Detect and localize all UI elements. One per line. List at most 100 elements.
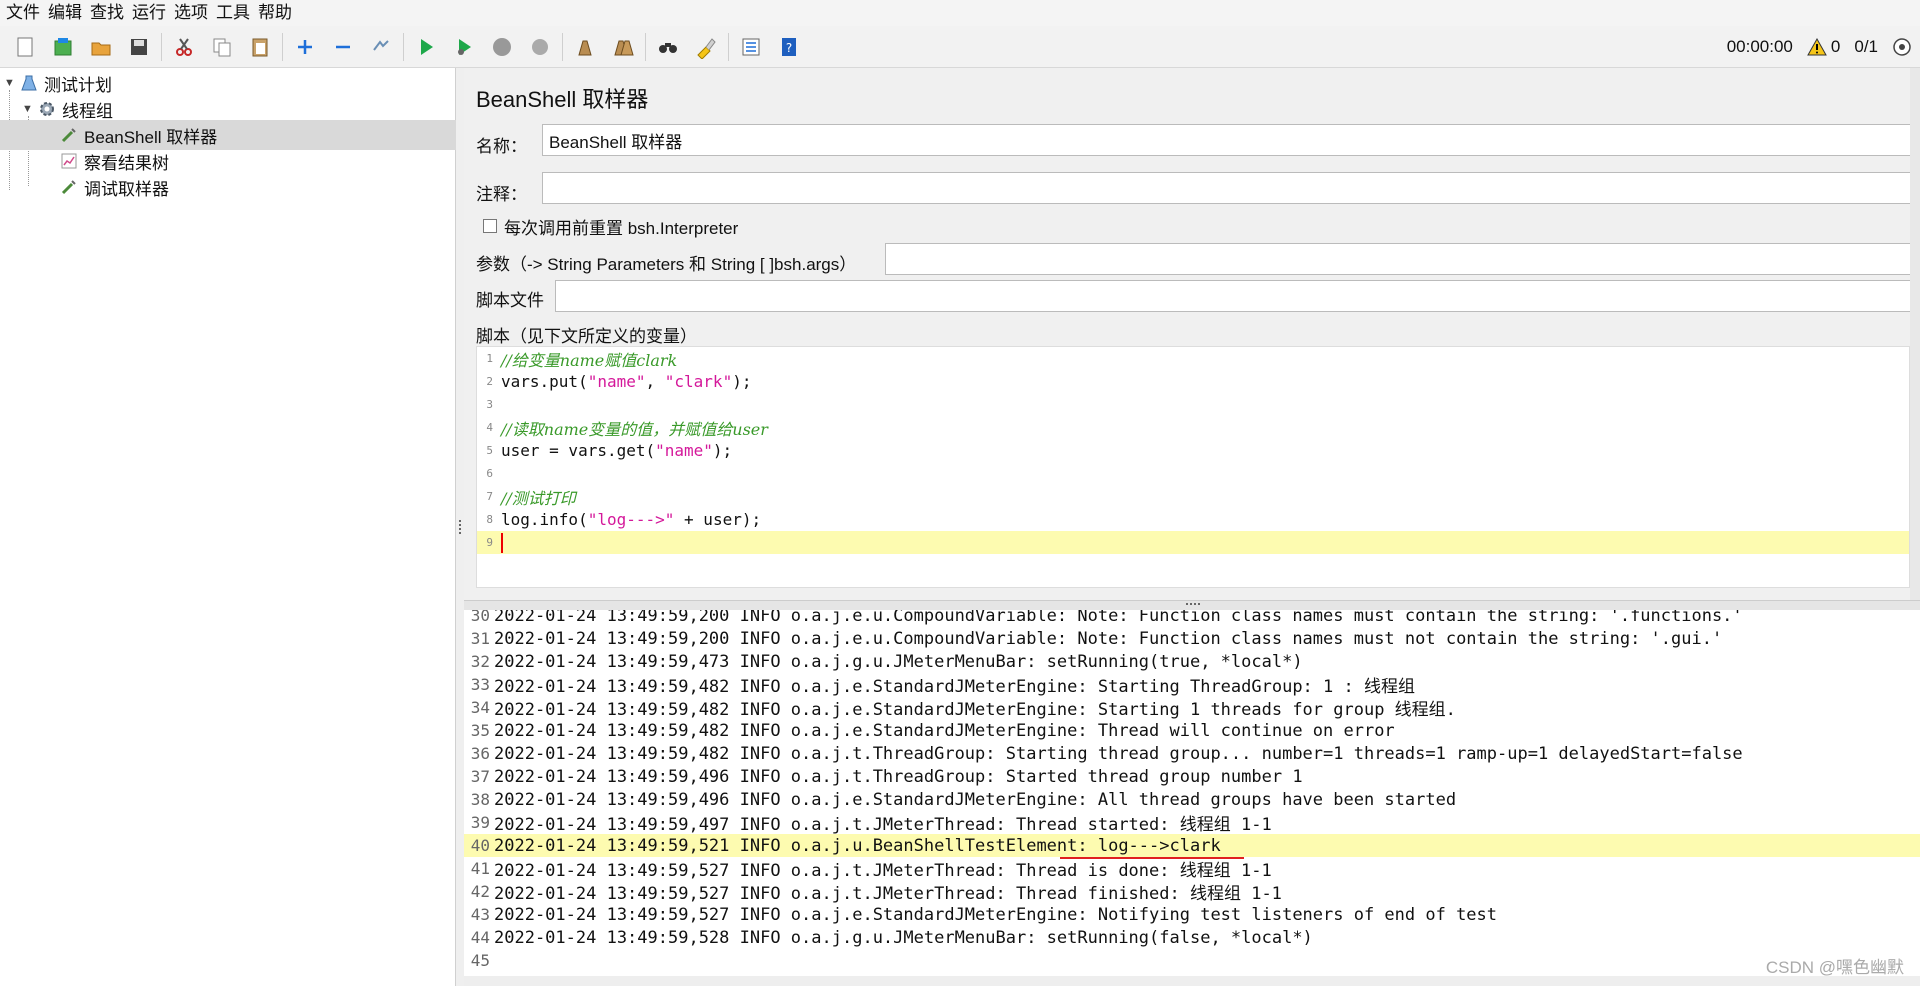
stop-icon[interactable] xyxy=(483,30,521,64)
menu-options[interactable]: 选项 xyxy=(172,0,214,26)
code-text: log.info( xyxy=(501,510,588,529)
templates-icon[interactable] xyxy=(44,30,82,64)
tree-item-label: 线程组 xyxy=(62,101,113,121)
log-text: 2022-01-24 13:49:59,527 INFO o.a.j.e.Sta… xyxy=(494,904,1498,925)
code-comment: //读取name变量的值，并赋值给user xyxy=(501,419,768,439)
splitter-grip[interactable] xyxy=(459,520,461,534)
active-threads: 0/1 xyxy=(1854,37,1878,56)
log-line: 44 2022-01-24 13:49:59,528 INFO o.a.j.g.u… xyxy=(464,926,1920,949)
log-text: 2022-01-24 13:49:59,473 INFO o.a.j.g.u.J… xyxy=(494,651,1303,672)
reset-interpreter-label: 每次调用前重置 bsh.Interpreter xyxy=(504,219,739,238)
log-viewer[interactable]: 30 2022-01-24 13:49:59,200 INFO o.a.j.e.u… xyxy=(464,610,1920,986)
log-line-number: 33 xyxy=(470,675,490,694)
collapse-icon[interactable] xyxy=(324,30,362,64)
watermark: CSDN @嘿色幽默 xyxy=(1765,958,1904,977)
menu-file[interactable]: 文件 xyxy=(4,0,46,26)
log-line: 38 2022-01-24 13:49:59,496 INFO o.a.j.e.S… xyxy=(464,788,1920,811)
save-icon[interactable] xyxy=(120,30,158,64)
warning-icon xyxy=(1807,38,1827,56)
shutdown-icon[interactable] xyxy=(521,30,559,64)
chevron-down-icon[interactable]: ▼ xyxy=(4,77,18,89)
code-line: 1 //给变量name赋值clark xyxy=(477,347,1909,370)
reset-interpreter-checkbox[interactable] xyxy=(483,219,497,233)
menu-edit[interactable]: 编辑 xyxy=(46,0,88,26)
script-editor[interactable]: 1 //给变量name赋值clark 2 vars.put("name", "c… xyxy=(476,346,1910,588)
status-area: 00:00:00 0 0/1 xyxy=(1727,26,1912,68)
code-line: 5 user = vars.get("name"); xyxy=(477,439,1909,462)
log-line: 41 2022-01-24 13:49:59,527 INFO o.a.j.t.J… xyxy=(464,857,1920,881)
log-line: 33 2022-01-24 13:49:59,482 INFO o.a.j.e.S… xyxy=(464,673,1920,697)
log-line: 30 2022-01-24 13:49:59,200 INFO o.a.j.e.u… xyxy=(464,610,1920,627)
chevron-down-icon[interactable]: ▼ xyxy=(22,103,36,115)
log-text: 2022-01-24 13:49:59,482 INFO o.a.j.e.Sta… xyxy=(494,720,1395,741)
log-line-number: 38 xyxy=(470,790,490,809)
log-scrollbar[interactable] xyxy=(464,976,1920,986)
toolbar-divider xyxy=(728,32,729,61)
code-line: 2 vars.put("name", "clark"); xyxy=(477,370,1909,393)
log-line: 35 2022-01-24 13:49:59,482 INFO o.a.j.e.S… xyxy=(464,719,1920,742)
menu-run[interactable]: 运行 xyxy=(130,0,172,26)
line-number: 2 xyxy=(486,375,493,388)
horizontal-splitter[interactable] xyxy=(464,600,1920,610)
new-file-icon[interactable] xyxy=(6,30,44,64)
help-icon[interactable]: ? xyxy=(770,30,808,64)
log-line: 42 2022-01-24 13:49:59,527 INFO o.a.j.t.J… xyxy=(464,880,1920,904)
line-number: 4 xyxy=(486,421,493,434)
reset-search-icon[interactable] xyxy=(687,30,725,64)
code-comment: //测试打印 xyxy=(501,488,576,508)
toggle-icon[interactable] xyxy=(362,30,400,64)
test-plan-icon xyxy=(18,72,40,94)
log-text: 2022-01-24 13:49:59,528 INFO o.a.j.g.u.J… xyxy=(494,927,1313,948)
code-line: 8 log.info("log--->" + user); xyxy=(477,508,1909,531)
function-helper-icon[interactable] xyxy=(732,30,770,64)
warning-counter[interactable]: 0 xyxy=(1807,37,1840,57)
log-line: 36 2022-01-24 13:49:59,482 INFO o.a.j.t.T… xyxy=(464,742,1920,765)
toolbar-divider xyxy=(161,32,162,61)
log-line: 39 2022-01-24 13:49:59,497 INFO o.a.j.t.J… xyxy=(464,811,1920,835)
line-number: 1 xyxy=(486,352,493,365)
menu-search[interactable]: 查找 xyxy=(88,0,130,26)
log-text: 2022-01-24 13:49:59,497 INFO o.a.j.t.JMe… xyxy=(494,815,1272,835)
sampler-icon xyxy=(58,176,80,198)
menu-tools[interactable]: 工具 xyxy=(214,0,256,26)
paste-icon[interactable] xyxy=(241,30,279,64)
code-text: user = vars.get( xyxy=(501,441,656,460)
comment-field[interactable] xyxy=(542,172,1912,204)
comment-label: 注释： xyxy=(476,185,527,204)
log-line-number: 30 xyxy=(470,610,490,625)
tree-item-label: 察看结果树 xyxy=(84,153,169,173)
clear-icon[interactable] xyxy=(566,30,604,64)
log-line-number: 44 xyxy=(470,928,490,947)
panel-scrollbar[interactable] xyxy=(1910,68,1920,608)
code-line: 7 //测试打印 xyxy=(477,485,1909,508)
search-icon[interactable] xyxy=(649,30,687,64)
code-string: "name" xyxy=(655,441,713,460)
expand-icon[interactable] xyxy=(286,30,324,64)
globe-icon[interactable] xyxy=(1892,37,1912,57)
tree-item-debug-sampler[interactable]: 调试取样器 xyxy=(58,172,169,202)
cut-icon[interactable] xyxy=(165,30,203,64)
code-text: + user); xyxy=(674,510,762,529)
start-icon[interactable] xyxy=(407,30,445,64)
open-folder-icon[interactable] xyxy=(82,30,120,64)
log-line: 45 xyxy=(464,949,1920,972)
name-field[interactable]: BeanShell 取样器 xyxy=(542,124,1912,156)
code-text: vars.put( xyxy=(501,372,588,391)
elapsed-timer: 00:00:00 xyxy=(1726,37,1793,56)
script-label: 脚本（见下文所定义的变量） xyxy=(476,327,697,346)
log-line: 34 2022-01-24 13:49:59,482 INFO o.a.j.e.S… xyxy=(464,696,1920,720)
script-file-field[interactable] xyxy=(555,280,1912,312)
log-line-number: 39 xyxy=(470,813,490,832)
code-comment: //给变量name赋值clark xyxy=(501,350,678,370)
code-text: , xyxy=(645,372,665,391)
test-plan-tree: ▼ 测试计划 ▼ 线程组 BeanShell 取样器 察看结果树 调试取样器 xyxy=(0,68,456,986)
menu-help[interactable]: 帮助 xyxy=(256,0,298,26)
log-line-number: 45 xyxy=(470,951,490,970)
line-number: 7 xyxy=(486,490,493,503)
copy-icon[interactable] xyxy=(203,30,241,64)
log-text: 2022-01-24 13:49:59,200 INFO o.a.j.e.u.C… xyxy=(494,610,1743,626)
splitter-grip[interactable] xyxy=(1186,603,1200,605)
start-no-pause-icon[interactable] xyxy=(445,30,483,64)
clear-all-icon[interactable] xyxy=(604,30,642,64)
parameters-field[interactable] xyxy=(885,243,1912,275)
